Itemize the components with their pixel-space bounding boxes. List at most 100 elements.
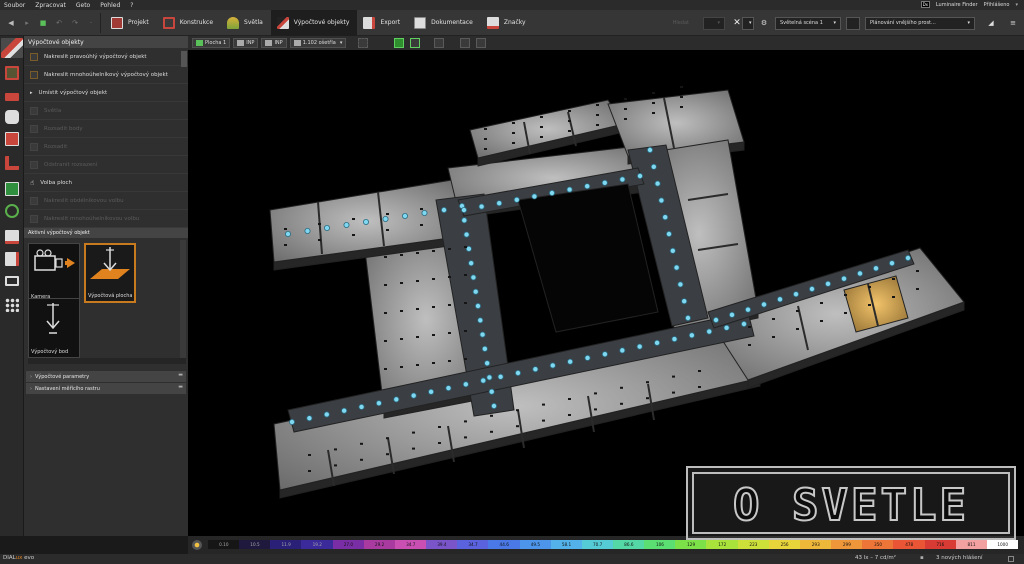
- tab-project-label: Projekt: [128, 19, 149, 26]
- tab-calc-objects[interactable]: Výpočtové objekty: [270, 9, 358, 36]
- planning-dropdown[interactable]: Plánování vnějšího prost... ▾: [865, 16, 975, 30]
- panel-scrollbar[interactable]: [181, 51, 187, 67]
- luminaire: [566, 186, 573, 193]
- 3d-viewport[interactable]: [188, 50, 1024, 536]
- zoom-extents-icon[interactable]: [434, 38, 445, 48]
- gear-icon[interactable]: ⚙: [759, 18, 769, 28]
- ceiling-luminaire: [620, 386, 623, 389]
- room-view-icon[interactable]: [5, 66, 19, 80]
- eye-icon[interactable]: [5, 204, 19, 218]
- view-mode-icon[interactable]: ◢: [986, 18, 996, 28]
- messages-checkbox[interactable]: [1008, 556, 1014, 562]
- tab-project[interactable]: Projekt: [105, 10, 157, 36]
- redo-icon[interactable]: ↷: [70, 18, 80, 28]
- more-icon[interactable]: ·: [86, 18, 96, 28]
- ceiling-luminaire: [432, 278, 435, 280]
- luminaire: [484, 360, 491, 367]
- tab-documentation[interactable]: Dokumentace: [408, 10, 481, 36]
- camera-object[interactable]: Kamera: [28, 243, 80, 303]
- l-shape-icon[interactable]: [5, 156, 19, 170]
- save-icon[interactable]: ■: [38, 18, 48, 28]
- ceiling-luminaire: [334, 464, 337, 467]
- scene-options-button[interactable]: [846, 16, 860, 30]
- luminaire: [421, 209, 428, 216]
- luminaire: [619, 176, 626, 183]
- document-icon[interactable]: [5, 252, 19, 266]
- login-link[interactable]: Přihlášeno: [984, 2, 1010, 8]
- undo-icon[interactable]: ↶: [54, 18, 64, 28]
- luminaire: [477, 317, 484, 324]
- box-icon[interactable]: [5, 132, 19, 146]
- plane-selector[interactable]: Plocha 1: [192, 38, 231, 48]
- grid-select-icon[interactable]: [358, 38, 369, 48]
- green-square-icon[interactable]: [394, 38, 405, 48]
- dialux-window: Soubor Zpracovat Geto Pohled ? Dx Lumina…: [0, 0, 1024, 564]
- luminaire-finder-link[interactable]: Luminaire Finder: [936, 2, 978, 8]
- menu-dropdown-icon[interactable]: ▾: [1015, 2, 1018, 8]
- legend-icon[interactable]: [192, 540, 202, 550]
- tab-construction[interactable]: Konstrukce: [157, 10, 221, 36]
- draw-polygon-calc-object-button[interactable]: Nakreslit mnohoúhelníkový výpočtový obje…: [24, 66, 188, 84]
- ceiling-luminaire: [512, 132, 515, 134]
- draw-rectangular-calc-object-button[interactable]: Nakreslit pravoúhlý výpočtový objekt: [24, 48, 188, 66]
- select-surfaces-button[interactable]: ☝ Volba ploch: [24, 174, 188, 192]
- sofa-icon[interactable]: [5, 93, 19, 101]
- floor-selector[interactable]: 1.102 ošetřla ▾: [289, 38, 347, 48]
- panel-title: Výpočtové objekty: [24, 36, 188, 48]
- menu-edit[interactable]: Zpracovat: [35, 2, 66, 9]
- tab-marks[interactable]: Značky: [481, 10, 534, 36]
- ceiling-luminaire: [646, 381, 649, 384]
- ceiling-luminaire: [620, 402, 623, 405]
- ceiling-luminaire: [432, 362, 435, 364]
- inp-selector-2[interactable]: INP: [261, 38, 287, 48]
- menu-view[interactable]: Pohled: [100, 2, 120, 9]
- split-view-icon[interactable]: [460, 38, 471, 48]
- luminaire: [684, 314, 691, 321]
- hamburger-menu-icon[interactable]: ≡: [1008, 18, 1018, 28]
- section-calc-parameters[interactable]: › Výpočtové parametry ▬: [26, 371, 186, 382]
- document-chart-icon[interactable]: [5, 230, 19, 244]
- menu-geto[interactable]: Geto: [76, 2, 90, 9]
- ceiling-luminaire: [490, 430, 493, 433]
- tab-lights[interactable]: Světla: [221, 10, 271, 36]
- tab-export[interactable]: Export: [357, 10, 408, 36]
- cursor-dropdown-icon[interactable]: [374, 38, 380, 48]
- faded-dropdown[interactable]: ▾: [703, 16, 725, 30]
- exit-sign-icon[interactable]: [5, 182, 19, 196]
- calc-point-object[interactable]: Výpočtový bod: [28, 298, 80, 358]
- messages-link[interactable]: 3 nových hlášení: [936, 555, 983, 561]
- dots-icon[interactable]: [5, 298, 19, 312]
- menu-file[interactable]: Soubor: [4, 2, 25, 9]
- back-icon[interactable]: ◀: [6, 18, 16, 28]
- luminaire: [470, 274, 477, 281]
- legend-swatch: 0.10: [208, 540, 240, 549]
- rectangle-icon[interactable]: [5, 276, 19, 286]
- item-label: Rozsadit body: [44, 125, 83, 132]
- scene-dropdown[interactable]: Světelná scéna 1 ▾: [775, 16, 841, 30]
- calc-objects-mode-icon[interactable]: [1, 38, 23, 58]
- menu-help[interactable]: ?: [130, 2, 133, 9]
- lights-icon: [227, 16, 240, 29]
- collapse-icon: ▬: [178, 384, 183, 390]
- small-dropdown[interactable]: ▾: [742, 16, 754, 30]
- ceiling-luminaire: [464, 274, 467, 276]
- ceiling-luminaire: [516, 425, 519, 428]
- arrange-points-icon: [30, 124, 38, 133]
- cylinder-icon[interactable]: [5, 110, 19, 124]
- forward-icon[interactable]: ▸: [22, 18, 32, 28]
- place-calc-object-button[interactable]: ▸ Umístit výpočtový objekt: [24, 84, 188, 102]
- fit-icon[interactable]: [476, 38, 487, 48]
- luminaire: [323, 411, 330, 418]
- green-l-icon[interactable]: [410, 38, 421, 48]
- ceiling-luminaire: [386, 453, 389, 456]
- close-icon[interactable]: ✕: [732, 18, 742, 28]
- item-label: Nakreslit pravoúhlý výpočtový objekt: [44, 53, 147, 60]
- objects-resize-handle[interactable]: [28, 358, 186, 364]
- floor-plan-render[interactable]: [188, 50, 1024, 536]
- legend-swatch: 29.2: [363, 540, 396, 549]
- objects-scrollbar[interactable]: [180, 240, 186, 360]
- section-grid-settings[interactable]: › Nastavení měřícího rastru ▬: [26, 383, 186, 394]
- inp-selector-1[interactable]: INP: [233, 38, 259, 48]
- calc-plane-object[interactable]: Výpočtová plocha: [84, 243, 136, 303]
- arrange-icon: [30, 142, 38, 151]
